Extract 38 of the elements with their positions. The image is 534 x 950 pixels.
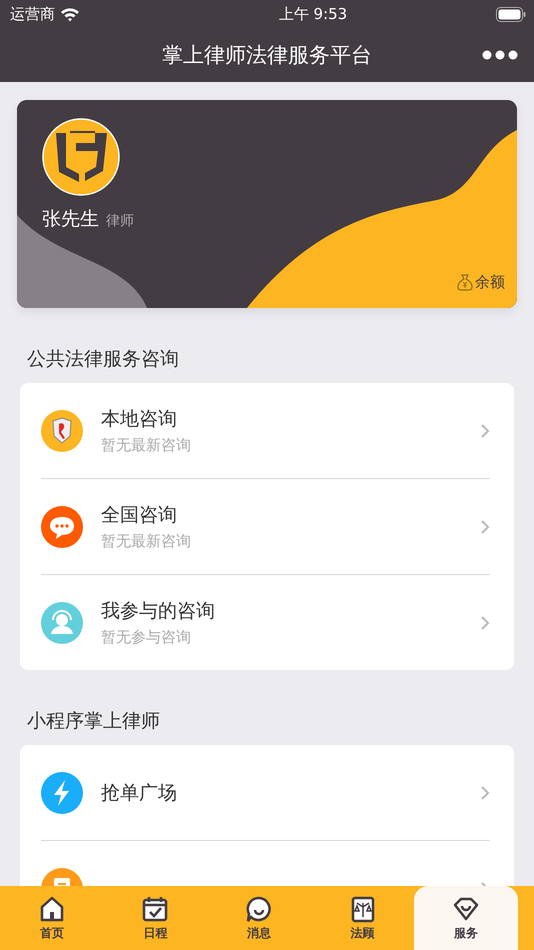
item-title: 本地咨询: [101, 407, 178, 432]
chevron-icon: [480, 784, 490, 800]
menu-item[interactable]: 本地咨询 暂无最新咨询: [41, 383, 490, 478]
battery-icon: [496, 6, 526, 22]
menu-item[interactable]: 抢单广场: [41, 745, 490, 840]
item-subtitle: 暂无参与咨询: [101, 628, 192, 647]
menu-item[interactable]: 我参与的咨询 暂无参与咨询: [41, 574, 490, 670]
shield-icon: [41, 410, 83, 452]
chat-icon: [41, 506, 83, 548]
carrier-name: 运营商: [10, 4, 55, 24]
page-title: 掌上律师法律服务平台: [162, 42, 372, 69]
section-title: 公共法律服务咨询: [27, 347, 180, 372]
status-time: 上午 9:53: [278, 4, 348, 24]
item-subtitle: 暂无最新咨询: [101, 436, 192, 455]
tab[interactable]: 法顾: [310, 886, 414, 950]
item-title: 全国咨询: [101, 503, 178, 528]
menu-item[interactable]: 全国咨询 暂无最新咨询: [41, 478, 490, 574]
chevron-icon: [480, 422, 490, 438]
money-bag-icon: [457, 274, 473, 291]
tab[interactable]: 服务: [414, 886, 518, 950]
item-title: 抢单广场: [101, 780, 178, 806]
wifi-icon: [60, 6, 80, 22]
tab[interactable]: 首页: [0, 886, 104, 950]
message-icon: [244, 894, 273, 922]
tab[interactable]: 消息: [207, 886, 311, 950]
lightning-icon: [41, 772, 83, 814]
item-subtitle: 暂无最新咨询: [101, 532, 192, 551]
chevron-icon: [480, 614, 490, 630]
balance-link[interactable]: 余额: [457, 273, 505, 292]
tab[interactable]: 日程: [104, 886, 208, 950]
calendar-icon: [141, 894, 170, 922]
more-icon[interactable]: [482, 50, 518, 60]
headset-icon: [41, 602, 83, 644]
user-role: 律师: [106, 212, 134, 230]
item-title: 我参与的咨询: [101, 599, 216, 624]
chevron-icon: [480, 518, 490, 534]
section-title: 小程序掌上律师: [27, 709, 161, 734]
user-name: 张先生: [42, 207, 99, 232]
